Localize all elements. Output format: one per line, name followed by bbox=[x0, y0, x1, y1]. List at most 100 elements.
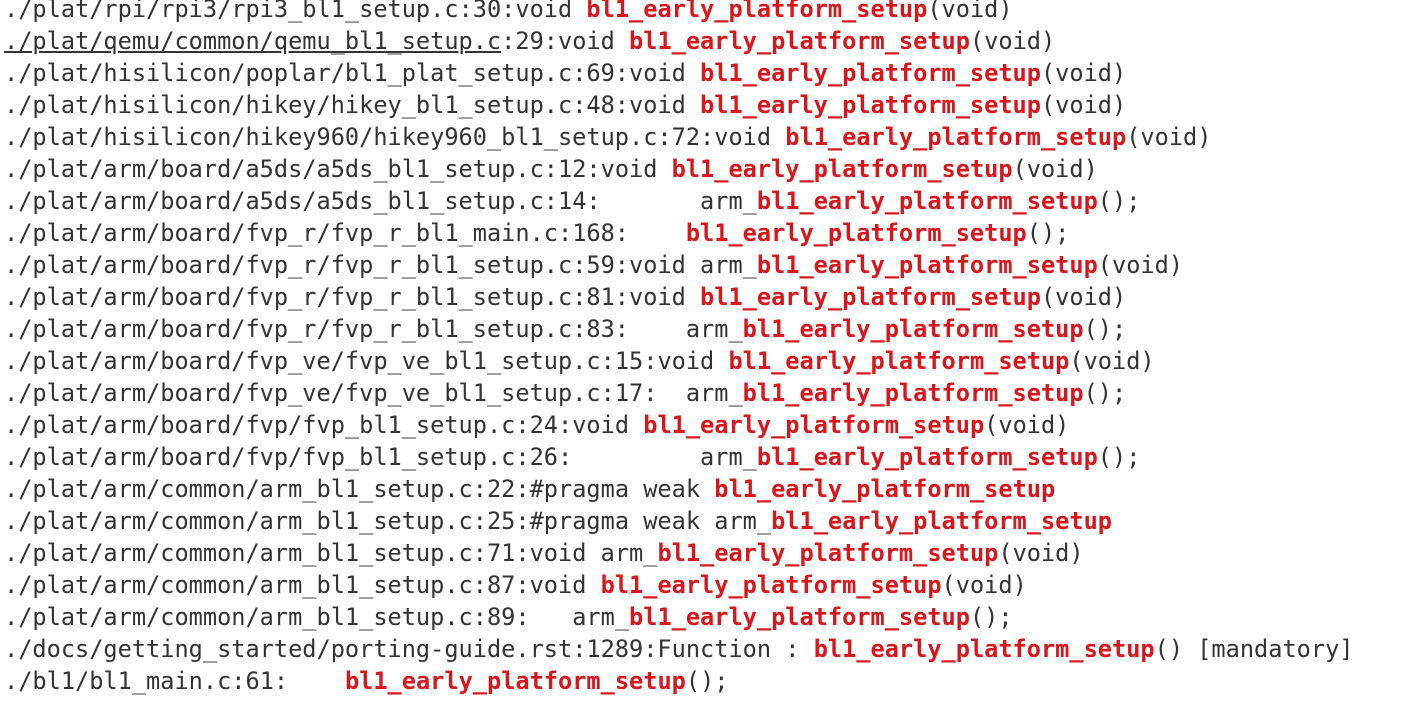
file-path[interactable]: ./plat/arm/common/arm_bl1_setup.c bbox=[4, 507, 473, 535]
match-highlight: bl1_early_platform_setup bbox=[742, 379, 1084, 407]
code-prefix: arm_ bbox=[600, 187, 757, 215]
match-highlight: bl1_early_platform_setup bbox=[756, 187, 1098, 215]
line-number: :48: bbox=[572, 91, 630, 119]
grep-result-line: ./plat/arm/common/arm_bl1_setup.c:87:voi… bbox=[4, 569, 1428, 601]
file-path[interactable]: ./plat/hisilicon/hikey960/hikey960_bl1_s… bbox=[4, 123, 657, 151]
line-number: :24: bbox=[515, 411, 573, 439]
code-suffix: (void) bbox=[1040, 283, 1127, 311]
grep-result-line: ./plat/arm/board/fvp_r/fvp_r_bl1_setup.c… bbox=[4, 313, 1428, 345]
code-prefix bbox=[629, 219, 686, 247]
grep-result-line: ./plat/arm/board/fvp_r/fvp_r_bl1_main.c:… bbox=[4, 217, 1428, 249]
match-highlight: bl1_early_platform_setup bbox=[756, 251, 1098, 279]
code-prefix: arm_ bbox=[657, 379, 743, 407]
match-highlight: bl1_early_platform_setup bbox=[742, 315, 1084, 343]
code-suffix: (void) bbox=[969, 27, 1056, 55]
file-path[interactable]: ./plat/arm/board/fvp_r/fvp_r_bl1_setup.c bbox=[4, 251, 572, 279]
match-highlight: bl1_early_platform_setup bbox=[629, 27, 970, 55]
terminal-output: ./plat/rpi/rpi3/rpi3_bl1_setup.c:30:void… bbox=[4, 0, 1428, 697]
grep-result-line: ./plat/arm/board/a5ds/a5ds_bl1_setup.c:1… bbox=[4, 153, 1428, 185]
code-prefix: void bbox=[629, 283, 701, 311]
grep-result-line: ./plat/hisilicon/hikey/hikey_bl1_setup.c… bbox=[4, 89, 1428, 121]
code-suffix: (void) bbox=[941, 571, 1027, 599]
file-path[interactable]: ./plat/arm/common/arm_bl1_setup.c bbox=[4, 539, 473, 567]
grep-result-line: ./plat/arm/common/arm_bl1_setup.c:71:voi… bbox=[4, 537, 1428, 569]
code-prefix bbox=[288, 667, 345, 695]
match-highlight: bl1_early_platform_setup bbox=[756, 443, 1098, 471]
grep-result-line: ./docs/getting_started/porting-guide.rst… bbox=[4, 633, 1428, 665]
line-number: :1289: bbox=[572, 635, 658, 663]
code-prefix: void bbox=[629, 91, 701, 119]
code-prefix: void bbox=[629, 59, 701, 87]
match-highlight: bl1_early_platform_setup bbox=[771, 507, 1112, 535]
line-number: :17: bbox=[600, 379, 658, 407]
line-number: :89: bbox=[472, 603, 530, 631]
file-path[interactable]: ./plat/arm/board/fvp_r/fvp_r_bl1_setup.c bbox=[4, 315, 572, 343]
line-number: :83: bbox=[572, 315, 630, 343]
grep-result-line: ./plat/arm/board/fvp/fvp_bl1_setup.c:24:… bbox=[4, 409, 1428, 441]
grep-result-line: ./plat/arm/board/a5ds/a5ds_bl1_setup.c:1… bbox=[4, 185, 1428, 217]
file-path[interactable]: ./plat/arm/board/fvp/fvp_bl1_setup.c bbox=[4, 411, 515, 439]
file-path[interactable]: ./plat/arm/board/fvp_ve/fvp_ve_bl1_setup… bbox=[4, 347, 601, 375]
code-suffix: (void) bbox=[927, 0, 1013, 23]
line-number: :168: bbox=[557, 219, 630, 247]
match-highlight: bl1_early_platform_setup bbox=[586, 0, 928, 23]
file-path[interactable]: ./plat/arm/board/a5ds/a5ds_bl1_setup.c bbox=[4, 155, 544, 183]
code-prefix: arm_ bbox=[629, 315, 743, 343]
code-prefix: void bbox=[657, 347, 729, 375]
match-highlight: bl1_early_platform_setup bbox=[671, 155, 1013, 183]
line-number: :12: bbox=[543, 155, 601, 183]
file-path[interactable]: ./plat/hisilicon/hikey/hikey_bl1_setup.c bbox=[4, 91, 572, 119]
code-suffix: (void) bbox=[998, 539, 1084, 567]
match-highlight: bl1_early_platform_setup bbox=[700, 91, 1041, 119]
code-prefix: arm_ bbox=[529, 603, 630, 631]
code-suffix: (); bbox=[1083, 315, 1127, 343]
grep-result-line: ./plat/arm/board/fvp/fvp_bl1_setup.c:26:… bbox=[4, 441, 1428, 473]
code-suffix: (void) bbox=[1069, 347, 1155, 375]
file-path[interactable]: ./plat/arm/common/arm_bl1_setup.c bbox=[4, 571, 473, 599]
grep-result-line: ./plat/hisilicon/hikey960/hikey960_bl1_s… bbox=[4, 121, 1428, 153]
line-number: :22: bbox=[472, 475, 530, 503]
code-prefix: Function : bbox=[657, 635, 814, 663]
line-number: :15: bbox=[600, 347, 658, 375]
file-path[interactable]: ./plat/arm/board/fvp_r/fvp_r_bl1_main.c bbox=[4, 219, 558, 247]
code-prefix: void bbox=[529, 571, 601, 599]
file-path[interactable]: ./plat/arm/board/a5ds/a5ds_bl1_setup.c bbox=[4, 187, 544, 215]
line-number: :71: bbox=[472, 539, 530, 567]
file-path[interactable]: ./plat/hisilicon/poplar/bl1_plat_setup.c bbox=[4, 59, 572, 87]
file-path[interactable]: ./plat/arm/common/arm_bl1_setup.c bbox=[4, 475, 473, 503]
code-prefix: void arm_ bbox=[529, 539, 658, 567]
grep-result-line: ./plat/arm/board/fvp_r/fvp_r_bl1_setup.c… bbox=[4, 281, 1428, 313]
code-suffix: () [mandatory] bbox=[1154, 635, 1354, 663]
file-path[interactable]: ./plat/rpi/rpi3/rpi3_bl1_setup.c bbox=[4, 0, 459, 23]
code-prefix: #pragma weak arm_ bbox=[529, 507, 772, 535]
code-suffix: (); bbox=[969, 603, 1013, 631]
match-highlight: bl1_early_platform_setup bbox=[643, 411, 985, 439]
code-suffix: (void) bbox=[1097, 251, 1184, 279]
file-path[interactable]: ./plat/arm/board/fvp/fvp_bl1_setup.c bbox=[4, 443, 515, 471]
line-number: :87: bbox=[472, 571, 530, 599]
line-number: :25: bbox=[472, 507, 530, 535]
file-path[interactable]: ./bl1/bl1_main.c bbox=[4, 667, 231, 695]
code-prefix: arm_ bbox=[572, 443, 757, 471]
code-suffix: (); bbox=[1097, 187, 1141, 215]
line-number: :59: bbox=[572, 251, 630, 279]
code-suffix: (void) bbox=[1040, 59, 1127, 87]
grep-result-line: ./plat/rpi/rpi3/rpi3_bl1_setup.c:30:void… bbox=[4, 0, 1428, 25]
file-path[interactable]: ./plat/arm/board/fvp_ve/fvp_ve_bl1_setup… bbox=[4, 379, 601, 407]
match-highlight: bl1_early_platform_setup bbox=[700, 59, 1041, 87]
file-path[interactable]: ./docs/getting_started/porting-guide.rst bbox=[4, 635, 572, 663]
match-highlight: bl1_early_platform_setup bbox=[600, 571, 942, 599]
match-highlight: bl1_early_platform_setup bbox=[728, 347, 1070, 375]
code-suffix: (void) bbox=[1040, 91, 1127, 119]
grep-result-line: ./plat/arm/board/fvp_ve/fvp_ve_bl1_setup… bbox=[4, 377, 1428, 409]
file-path[interactable]: ./plat/arm/board/fvp_r/fvp_r_bl1_setup.c bbox=[4, 283, 572, 311]
line-number: :29: bbox=[501, 27, 558, 55]
code-prefix: void bbox=[600, 155, 672, 183]
file-path[interactable]: ./plat/arm/common/arm_bl1_setup.c bbox=[4, 603, 473, 631]
code-prefix: void bbox=[515, 0, 587, 23]
match-highlight: bl1_early_platform_setup bbox=[344, 667, 686, 695]
grep-result-line: ./plat/qemu/common/qemu_bl1_setup.c:29:v… bbox=[4, 25, 1428, 57]
match-highlight: bl1_early_platform_setup bbox=[785, 123, 1127, 151]
file-path-link[interactable]: ./plat/qemu/common/qemu_bl1_setup.c bbox=[4, 27, 501, 55]
code-prefix: void bbox=[714, 123, 786, 151]
